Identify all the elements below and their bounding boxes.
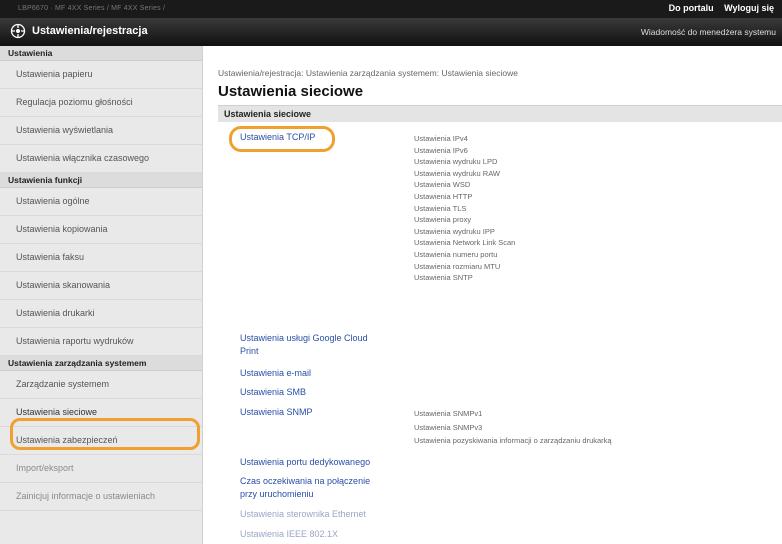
sidebar-item-fax[interactable]: Ustawienia faksu	[0, 244, 202, 272]
breadcrumb: Ustawienia/rejestracja: Ustawienia zarzą…	[218, 68, 518, 78]
network-settings-highlight	[10, 418, 200, 450]
sidebar-item-paper[interactable]: Ustawienia papieru	[0, 61, 202, 89]
smb-settings-link[interactable]: Ustawienia SMB	[240, 387, 306, 397]
sidebar-section-system: Ustawienia zarządzania systemem	[0, 356, 202, 371]
sidebar-item-display[interactable]: Ustawienia wyświetlania	[0, 117, 202, 145]
dedicated-port-link[interactable]: Ustawienia portu dedykowanego	[240, 457, 370, 467]
sidebar-section-functions: Ustawienia funkcji	[0, 173, 202, 188]
snmp-sub-item[interactable]: Ustawienia SNMPv1	[414, 409, 482, 418]
sidebar: Ustawienia Ustawienia papieru Regulacja …	[0, 46, 203, 544]
portal-link[interactable]: Do portalu	[669, 3, 714, 13]
sidebar-item-scan[interactable]: Ustawienia skanowania	[0, 272, 202, 300]
logout-link[interactable]: Wyloguj się	[724, 3, 774, 13]
snmp-settings-link[interactable]: Ustawienia SNMP	[240, 407, 313, 417]
tcpip-sub-item[interactable]: Ustawienia wydruku IPP	[414, 227, 495, 236]
tcpip-highlight	[229, 126, 335, 152]
tcpip-sub-item[interactable]: Ustawienia TLS	[414, 204, 466, 213]
startup-wait-time-link[interactable]: Czas oczekiwania na połączenie	[240, 476, 370, 486]
tcpip-sub-item[interactable]: Ustawienia Network Link Scan	[414, 238, 515, 247]
sidebar-item-initialize[interactable]: Zainicjuj informacje o ustawieniach	[0, 483, 202, 511]
top-bar: LBP6670 · MF 4XX Series / MF 4XX Series …	[0, 0, 782, 18]
page-title: Ustawienia sieciowe	[218, 83, 364, 100]
tcpip-sub-item[interactable]: Ustawienia HTTP	[414, 192, 472, 201]
settings-gear-icon	[10, 23, 26, 39]
tcpip-sub-item[interactable]: Ustawienia wydruku LPD	[414, 157, 497, 166]
tcpip-sub-item[interactable]: Ustawienia numeru portu	[414, 250, 497, 259]
email-settings-link[interactable]: Ustawienia e-mail	[240, 368, 311, 378]
sidebar-item-timer[interactable]: Ustawienia włącznika czasowego	[0, 145, 202, 173]
tcpip-sub-item[interactable]: Ustawienia SNTP	[414, 273, 473, 282]
sidebar-item-system-management[interactable]: Zarządzanie systemem	[0, 371, 202, 399]
sidebar-item-general[interactable]: Ustawienia ogólne	[0, 188, 202, 216]
tcpip-sub-item[interactable]: Ustawienia wydruku RAW	[414, 169, 500, 178]
tcpip-sub-item[interactable]: Ustawienia WSD	[414, 180, 470, 189]
ieee-8021x-link[interactable]: Ustawienia IEEE 802.1X	[240, 529, 338, 539]
sidebar-section-settings: Ustawienia	[0, 46, 202, 61]
sidebar-item-copy[interactable]: Ustawienia kopiowania	[0, 216, 202, 244]
message-to-admin-link[interactable]: Wiadomość do menedżera systemu	[641, 27, 776, 37]
snmp-sub-item[interactable]: Ustawienia SNMPv3	[414, 423, 482, 432]
page-header-title: Ustawienia/rejestracja	[32, 25, 148, 37]
snmp-sub-item[interactable]: Ustawienia pozyskiwania informacji o zar…	[414, 436, 612, 445]
title-bar: Ustawienia/rejestracja Wiadomość do mene…	[0, 18, 782, 46]
section-title: Ustawienia sieciowe	[224, 109, 312, 119]
device-name: LBP6670 · MF 4XX Series / MF 4XX Series …	[18, 5, 166, 12]
tcpip-sub-item[interactable]: Ustawienia rozmiaru MTU	[414, 262, 500, 271]
sidebar-item-printer[interactable]: Ustawienia drukarki	[0, 300, 202, 328]
sidebar-item-print-report[interactable]: Ustawienia raportu wydruków	[0, 328, 202, 356]
tcpip-sub-item[interactable]: Ustawienia IPv4	[414, 134, 468, 143]
tcpip-sub-item[interactable]: Ustawienia proxy	[414, 215, 471, 224]
sidebar-item-import-export[interactable]: Import/eksport	[0, 455, 202, 483]
tcpip-sub-item[interactable]: Ustawienia IPv6	[414, 146, 468, 155]
google-cloud-print-link[interactable]: Ustawienia usługi Google Cloud	[240, 333, 368, 343]
sidebar-item-volume[interactable]: Regulacja poziomu głośności	[0, 89, 202, 117]
main-content: Ustawienia/rejestracja: Ustawienia zarzą…	[210, 46, 782, 544]
top-links: Do portalu Wyloguj się	[661, 3, 774, 13]
section-header: Ustawienia sieciowe	[218, 105, 782, 122]
google-cloud-print-link-cont[interactable]: Print	[240, 346, 259, 356]
ethernet-driver-link[interactable]: Ustawienia sterownika Ethernet	[240, 509, 366, 519]
startup-wait-time-link-cont[interactable]: przy uruchomieniu	[240, 489, 314, 499]
